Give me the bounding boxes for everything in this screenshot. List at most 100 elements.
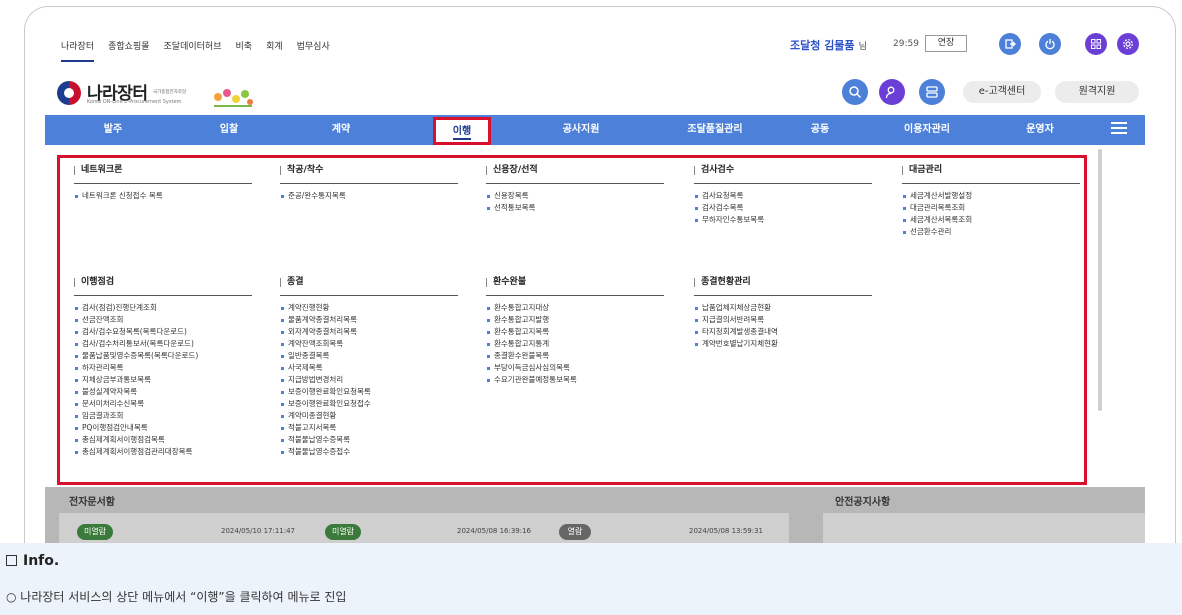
menu-link[interactable]: 지급결의서반려목록	[694, 314, 872, 326]
menu-link[interactable]: 적불물납영수증접수	[280, 446, 458, 458]
menu-link[interactable]: 환수통합고지통계	[486, 338, 664, 350]
menu-link[interactable]: 보증이행완료확인요청접수	[280, 398, 458, 410]
menu-link[interactable]: 임금결과조회	[74, 410, 252, 422]
menu-link[interactable]: 물품계약종결처리목록	[280, 314, 458, 326]
menu-link[interactable]: 세금계산서발행설정	[902, 190, 1080, 202]
remote-support-button[interactable]: 원격지원	[1055, 81, 1139, 103]
menu-link[interactable]: 신용장목록	[486, 190, 664, 202]
menu-link[interactable]: 일반종결목록	[280, 350, 458, 362]
menu-link[interactable]: 불성실계약자목록	[74, 386, 252, 398]
menu-link[interactable]: 계약진행현황	[280, 302, 458, 314]
document-badge-1[interactable]: 미열람	[77, 524, 113, 540]
info-section: Info. ○ 나라장터 서비스의 상단 메뉴에서 “이행”을 클릭하여 메뉴로…	[0, 543, 1182, 615]
nav-item-operator[interactable]: 운영자	[1005, 115, 1075, 145]
menu-link[interactable]: 하자관리목록	[74, 362, 252, 374]
extend-session-button[interactable]: 연장	[925, 35, 967, 52]
menu-column-letter-of-credit: 신용장/선적 신용장목록 선적통보목록	[486, 166, 664, 214]
menu-link[interactable]: 총심제계획서이행점검목록	[74, 434, 252, 446]
nav-item-order[interactable]: 발주	[73, 115, 153, 145]
nav-item-quality[interactable]: 조달품질관리	[665, 115, 765, 145]
nav-item-user-admin[interactable]: 이용자관리	[887, 115, 967, 145]
menu-link[interactable]: PQ이행점검안내목록	[74, 422, 252, 434]
site-link-narajangteo[interactable]: 나라장터	[61, 39, 95, 62]
checkbox-square-icon	[6, 555, 17, 566]
menu-link[interactable]: 사국제목록	[280, 362, 458, 374]
menu-link[interactable]: 세금계산서목록조회	[902, 214, 1080, 226]
nav-item-contract[interactable]: 계약	[301, 115, 381, 145]
menu-link[interactable]: 계약미종결현황	[280, 410, 458, 422]
menu-link[interactable]: 준공/완수통지목록	[280, 190, 458, 202]
site-link-accounting[interactable]: 회계	[266, 39, 283, 62]
settings-gear-icon[interactable]	[1117, 33, 1139, 55]
document-badge-3[interactable]: 열람	[559, 524, 591, 540]
menu-link[interactable]: 적불물납영수증목록	[280, 434, 458, 446]
menu-link[interactable]: 무하자인수통보목록	[694, 214, 872, 226]
server-icon[interactable]	[919, 79, 945, 105]
menu-link[interactable]: 지급방법변경처리	[280, 374, 458, 386]
nav-item-bid[interactable]: 입찰	[189, 115, 269, 145]
notice-title: 안전공지사항	[835, 497, 891, 508]
nav-item-construction-support[interactable]: 공사지원	[541, 115, 621, 145]
menu-column-closing: 종결 계약진행현황 물품계약종결처리목록 외자계약종결처리목록 계약잔액조회목록…	[280, 278, 458, 458]
user-name: 조달청 김물품 님	[790, 37, 867, 53]
menu-link[interactable]: 계약잔액조회목록	[280, 338, 458, 350]
menu-link[interactable]: 계약번호별납기지체현황	[694, 338, 872, 350]
document-date-1: 2024/05/10 17:11:47	[221, 527, 296, 535]
site-link-shopping-mall[interactable]: 종합쇼핑몰	[108, 39, 149, 62]
site-link-stockpile[interactable]: 비축	[236, 39, 253, 62]
menu-link[interactable]: 대금관리목록조회	[902, 202, 1080, 214]
my-page-icon[interactable]	[879, 79, 905, 105]
menu-link[interactable]: 환수통합고지목록	[486, 326, 664, 338]
menu-column-payment: 대금관리 세금계산서발행설정 대금관리목록조회 세금계산서목록조회 선금환수관리	[902, 166, 1080, 238]
menu-link[interactable]: 타지청회계발생종결내역	[694, 326, 872, 338]
site-link-legal-review[interactable]: 법무심사	[297, 39, 330, 62]
column-title: 신용장/선적	[486, 166, 664, 175]
logout-icon[interactable]	[999, 33, 1021, 55]
column-title: 이행점검	[74, 278, 252, 287]
menu-link[interactable]: 수요기관완불예정통보목록	[486, 374, 664, 386]
menu-link[interactable]: 총심제계획서이행점검관리대장목록	[74, 446, 252, 458]
document-badge-2[interactable]: 미열람	[325, 524, 361, 540]
e-document-box-title: 전자문서함	[69, 497, 115, 508]
document-date-3: 2024/05/08 13:59:31	[689, 527, 764, 535]
menu-link[interactable]: 물품납품및영수증목록(목록다운로드)	[74, 350, 252, 362]
menu-link[interactable]: 외자계약종결처리목록	[280, 326, 458, 338]
column-title: 종결현황관리	[694, 278, 872, 287]
hamburger-menu-icon[interactable]	[1111, 122, 1127, 136]
nav-item-performance-label: 이행	[452, 126, 472, 140]
dropdown-scrollbar[interactable]	[1098, 149, 1102, 411]
menu-link[interactable]: 검사(점검)진행단계조회	[74, 302, 252, 314]
menu-link[interactable]: 검사/검수처리통보서(목록다운로드)	[74, 338, 252, 350]
power-icon[interactable]	[1039, 33, 1061, 55]
taegeuk-logo-icon	[57, 81, 81, 105]
menu-link[interactable]: 보증이행완료확인요청목록	[280, 386, 458, 398]
menu-link[interactable]: 환수통합고지발행	[486, 314, 664, 326]
menu-link[interactable]: 선적통보목록	[486, 202, 664, 214]
menu-link[interactable]: 부당이득금심사심의목록	[486, 362, 664, 374]
nav-item-common[interactable]: 공동	[785, 115, 855, 145]
search-icon[interactable]	[842, 79, 868, 105]
menu-column-closing-status: 종결현황관리 납품업체지체상금현황 지급결의서반려목록 타지청회계발생종결내역 …	[694, 278, 872, 350]
site-link-data-hub[interactable]: 조달데이터허브	[164, 39, 222, 62]
menu-column-start: 착공/착수 준공/완수통지목록	[280, 166, 458, 202]
menu-link[interactable]: 선금환수관리	[902, 226, 1080, 238]
user-suffix: 님	[858, 42, 867, 52]
column-title: 검사검수	[694, 166, 872, 175]
menu-link[interactable]: 납품업체지체상금현황	[694, 302, 872, 314]
menu-link[interactable]: 선금잔액조회	[74, 314, 252, 326]
menu-link[interactable]: 환수통합고지대상	[486, 302, 664, 314]
menu-column-inspection: 검사검수 검사요청목록 검사검수목록 무하자인수통보목록	[694, 166, 872, 226]
menu-link[interactable]: 검사검수목록	[694, 202, 872, 214]
menu-link[interactable]: 적불고지서목록	[280, 422, 458, 434]
menu-link[interactable]: 문서미처리수신목록	[74, 398, 252, 410]
menu-link[interactable]: 검사/검수요청목록(목록다운로드)	[74, 326, 252, 338]
menu-link[interactable]: 네트워크론 신청접수 목록	[74, 190, 252, 202]
menu-link[interactable]: 지체상금부과통보목록	[74, 374, 252, 386]
menu-link[interactable]: 종결환수완불목록	[486, 350, 664, 362]
nav-item-performance[interactable]: 이행	[433, 117, 491, 145]
column-title: 착공/착수	[280, 166, 458, 175]
apps-grid-icon[interactable]	[1085, 33, 1107, 55]
customer-center-button[interactable]: e-고객센터	[963, 81, 1041, 103]
user-name-text: 조달청 김물품	[790, 39, 855, 52]
menu-link[interactable]: 검사요청목록	[694, 190, 872, 202]
